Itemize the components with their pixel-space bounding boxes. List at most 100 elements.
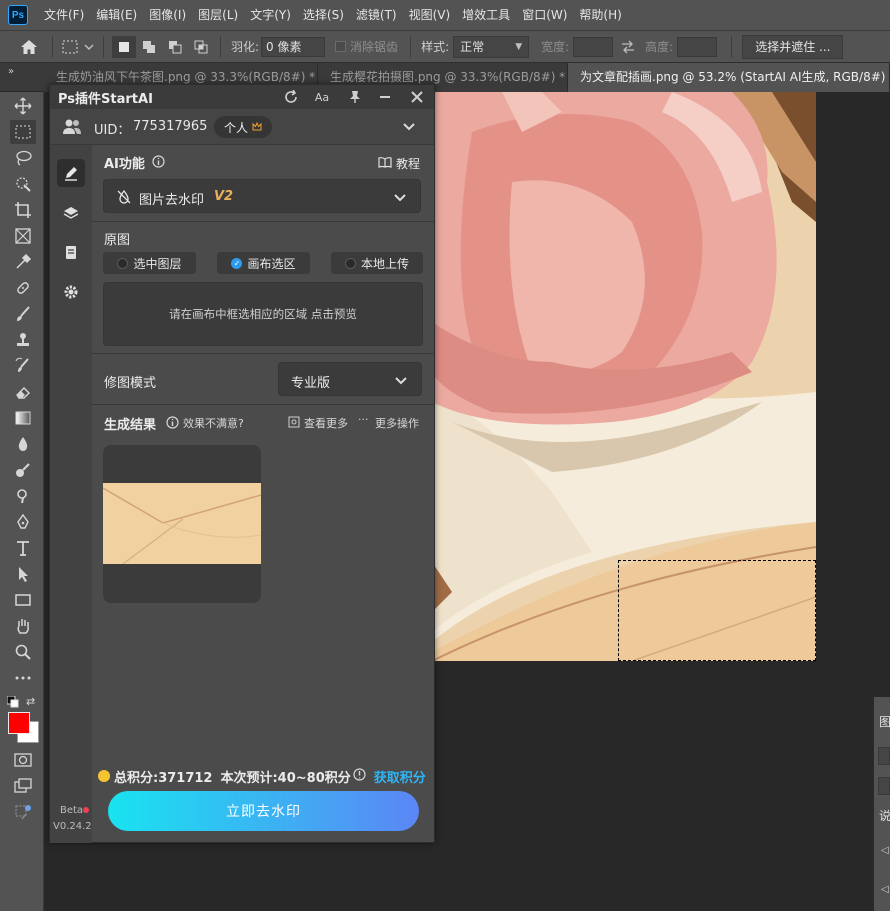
intersect-selection-icon[interactable]	[188, 36, 214, 58]
path-selection-tool-icon[interactable]	[10, 562, 36, 586]
layers-icon[interactable]	[57, 199, 85, 227]
source-option-local-upload[interactable]: 本地上传	[331, 252, 423, 274]
history-brush-tool-icon[interactable]	[10, 354, 36, 378]
expand-panels-icon[interactable]: »	[8, 66, 14, 77]
more-tools-icon[interactable]	[10, 666, 36, 690]
swap-dimensions-icon[interactable]	[613, 36, 643, 58]
get-points-link[interactable]: 获取积分	[374, 767, 426, 786]
divider	[92, 404, 434, 405]
menu-edit[interactable]: 编辑(E)	[90, 0, 143, 30]
style-select[interactable]: 正常 ▼	[453, 35, 530, 58]
home-icon[interactable]	[12, 36, 46, 58]
burn-tool-icon[interactable]	[10, 484, 36, 508]
pin-icon[interactable]	[346, 88, 364, 106]
move-tool-icon[interactable]	[10, 94, 36, 118]
eraser-tool-icon[interactable]	[10, 380, 36, 404]
menu-layer[interactable]: 图层(L)	[192, 0, 244, 30]
account-row[interactable]: UID： 775317965 个人	[50, 109, 434, 145]
eyedropper-tool-icon[interactable]	[10, 250, 36, 274]
remove-watermark-button[interactable]: 立即去水印	[108, 791, 419, 831]
edit-feature-icon[interactable]	[57, 159, 85, 187]
tab-label: 为文章配插画.png @ 53.2% (StartAI AI生成, RGB/8#…	[580, 70, 890, 84]
chevron-down-icon[interactable]	[403, 121, 415, 135]
info-icon[interactable]	[353, 768, 366, 784]
lasso-tool-icon[interactable]	[10, 146, 36, 170]
result-feedback-link[interactable]: 效果不满意?	[183, 415, 244, 431]
font-size-icon[interactable]: Aa	[313, 88, 331, 106]
feather-input[interactable]: 0 像素	[261, 36, 326, 57]
marquee-preset-icon[interactable]	[59, 36, 97, 58]
generative-credits-icon[interactable]	[10, 800, 36, 824]
panel-tab-label[interactable]: 图	[879, 713, 890, 730]
rectangular-marquee-tool-icon[interactable]	[10, 120, 36, 144]
brush-tool-icon[interactable]	[10, 302, 36, 326]
pen-tool-icon[interactable]	[10, 510, 36, 534]
add-to-selection-icon[interactable]	[136, 36, 162, 58]
foreground-color-swatch[interactable]	[8, 712, 30, 734]
document-tab-3[interactable]: 为文章配插画.png @ 53.2% (StartAI AI生成, RGB/8#…	[568, 63, 890, 92]
source-preview-area[interactable]: 请在画布中框选相应的区域 点击预览	[103, 282, 423, 346]
feature-select[interactable]: 图片去水印 V2	[103, 179, 421, 213]
menu-file[interactable]: 文件(F)	[38, 0, 90, 30]
subtract-selection-icon[interactable]	[162, 36, 188, 58]
panel-filter-input[interactable]	[878, 777, 890, 795]
menu-plugins[interactable]: 增效工具	[456, 0, 516, 30]
menu-select[interactable]: 选择(S)	[297, 0, 350, 30]
close-icon[interactable]	[408, 88, 426, 106]
result-thumbnail-image[interactable]	[103, 483, 261, 564]
tutorial-link[interactable]: 教程	[378, 155, 420, 172]
info-icon[interactable]	[152, 155, 165, 171]
source-option-canvas-selection[interactable]: ✓ 画布选区	[217, 252, 310, 274]
refresh-icon[interactable]	[282, 88, 300, 106]
hand-tool-icon[interactable]	[10, 614, 36, 638]
style-label: 样式:	[421, 40, 450, 54]
source-option-selected-layer[interactable]: 选中图层	[103, 252, 196, 274]
document-canvas-image[interactable]	[432, 92, 816, 661]
healing-brush-tool-icon[interactable]	[10, 276, 36, 300]
frame-tool-icon[interactable]	[10, 224, 36, 248]
menu-image[interactable]: 图像(I)	[143, 0, 192, 30]
width-input[interactable]	[573, 36, 614, 57]
menu-view[interactable]: 视图(V)	[403, 0, 457, 30]
view-more-link[interactable]: 查看更多	[304, 415, 348, 431]
points-row: 总积分:371712 本次预计:40~80积分 获取积分	[98, 765, 430, 787]
zoom-tool-icon[interactable]	[10, 640, 36, 664]
antialias-checkbox[interactable]	[335, 41, 347, 52]
visibility-eye-icon[interactable]: ◁	[881, 845, 889, 856]
menu-window[interactable]: 窗口(W)	[516, 0, 573, 30]
menu-filter[interactable]: 滤镜(T)	[350, 0, 403, 30]
chevron-down-icon: ▼	[515, 41, 523, 52]
object-selection-tool-icon[interactable]	[10, 172, 36, 196]
height-input[interactable]	[677, 36, 718, 57]
mode-select[interactable]: 专业版	[278, 362, 422, 396]
menu-help[interactable]: 帮助(H)	[573, 0, 627, 30]
panel-tab-label[interactable]: 说	[879, 807, 890, 824]
gradient-tool-icon[interactable]	[10, 406, 36, 430]
result-thumbnail-card[interactable]	[103, 445, 261, 603]
info-icon[interactable]	[166, 416, 179, 432]
visibility-eye-icon[interactable]: ◁	[881, 884, 889, 895]
default-colors-icon[interactable]	[6, 695, 19, 711]
menu-type[interactable]: 文字(Y)	[244, 0, 297, 30]
radio-unchecked-icon	[344, 257, 356, 269]
plugin-title-bar[interactable]: Ps插件StartAI Aa	[50, 85, 434, 109]
type-tool-icon[interactable]	[10, 536, 36, 560]
minimize-icon[interactable]	[376, 88, 394, 106]
clone-stamp-tool-icon[interactable]	[10, 328, 36, 352]
rectangle-tool-icon[interactable]	[10, 588, 36, 612]
quick-mask-icon[interactable]	[10, 748, 36, 772]
panel-search-input[interactable]	[878, 747, 890, 765]
crop-tool-icon[interactable]	[10, 198, 36, 222]
screen-mode-icon[interactable]	[10, 774, 36, 798]
more-actions-link[interactable]: 更多操作	[375, 415, 419, 431]
plan-badge[interactable]: 个人	[214, 116, 272, 138]
dodge-tool-icon[interactable]	[10, 458, 36, 482]
settings-gear-icon[interactable]	[57, 278, 85, 306]
canvas-selection-marquee[interactable]	[618, 560, 816, 661]
blur-tool-icon[interactable]	[10, 432, 36, 456]
new-selection-icon[interactable]	[112, 35, 136, 58]
clipboard-icon[interactable]	[57, 238, 85, 266]
swap-colors-icon[interactable]: ⇄	[26, 695, 35, 708]
menu-bar: Ps 文件(F) 编辑(E) 图像(I) 图层(L) 文字(Y) 选择(S) 滤…	[0, 0, 890, 30]
select-and-mask-button[interactable]: 选择并遮住 ...	[742, 34, 844, 59]
